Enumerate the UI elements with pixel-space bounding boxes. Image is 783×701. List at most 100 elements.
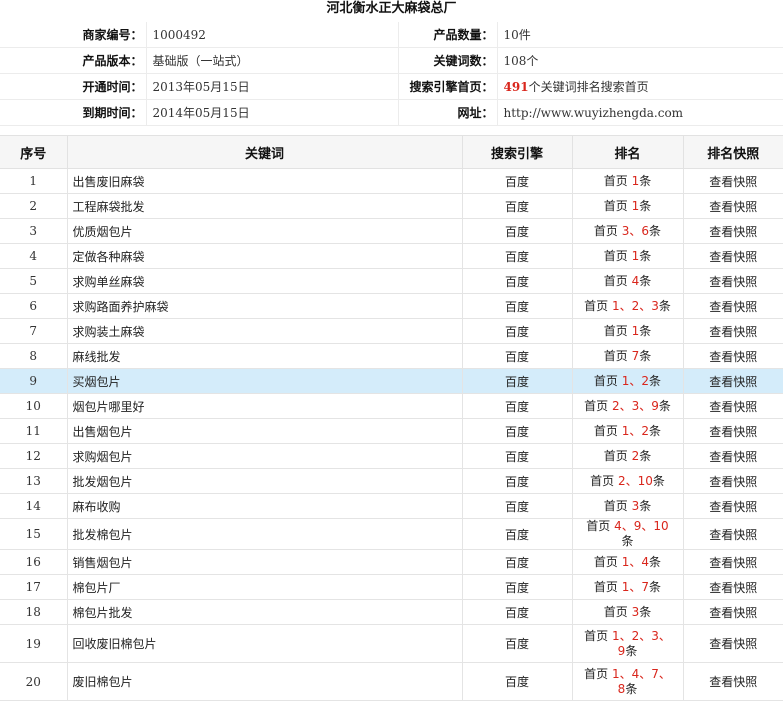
view-snapshot-link[interactable]: 查看快照 xyxy=(709,300,757,314)
table-row[interactable]: 5 求购单丝麻袋 百度 首页 4条 查看快照 xyxy=(0,268,783,294)
table-row[interactable]: 7 求购装土麻袋 百度 首页 1条 查看快照 xyxy=(0,318,783,344)
info-row: 商家编号： 1000492 产品数量： 10件 xyxy=(0,22,783,48)
row-seq: 2 xyxy=(0,193,68,219)
row-seq: 6 xyxy=(0,293,68,319)
row-snapshot: 查看快照 xyxy=(683,443,783,469)
rank-prefix: 首页 xyxy=(603,604,628,619)
table-row[interactable]: 11 出售烟包片 百度 首页 1、2条 查看快照 xyxy=(0,418,783,444)
view-snapshot-link[interactable]: 查看快照 xyxy=(709,606,757,620)
table-row[interactable]: 12 求购烟包片 百度 首页 2条 查看快照 xyxy=(0,443,783,469)
table-row[interactable]: 9 买烟包片 百度 首页 1、2条 查看快照 xyxy=(0,368,783,394)
table-row[interactable]: 8 麻线批发 百度 首页 7条 查看快照 xyxy=(0,343,783,369)
view-snapshot-link[interactable]: 查看快照 xyxy=(709,450,757,464)
rank-suffix: 条 xyxy=(652,473,665,488)
table-row[interactable]: 6 求购路面养护麻袋 百度 首页 1、2、3条 查看快照 xyxy=(0,293,783,319)
rank-prefix: 首页 xyxy=(603,323,628,338)
view-snapshot-link[interactable]: 查看快照 xyxy=(709,425,757,439)
table-row[interactable]: 19 回收废旧棉包片 百度 首页 1、2、3、9条 查看快照 xyxy=(0,624,783,663)
row-rank: 首页 1条 xyxy=(572,243,684,269)
rank-prefix: 首页 xyxy=(584,628,609,643)
rank-suffix: 条 xyxy=(649,223,662,238)
row-seq: 20 xyxy=(0,662,68,701)
view-snapshot-link[interactable]: 查看快照 xyxy=(709,528,757,542)
view-snapshot-link[interactable]: 查看快照 xyxy=(709,350,757,364)
row-snapshot: 查看快照 xyxy=(683,662,783,701)
open-time-label: 开通时间： xyxy=(0,73,147,100)
table-row[interactable]: 18 棉包片批发 百度 首页 3条 查看快照 xyxy=(0,599,783,625)
header-engine: 搜索引擎 xyxy=(462,135,573,169)
rank-prefix: 首页 xyxy=(593,373,618,388)
view-snapshot-link[interactable]: 查看快照 xyxy=(709,637,757,651)
row-rank: 首页 1、2、3条 xyxy=(572,293,684,319)
view-snapshot-link[interactable]: 查看快照 xyxy=(709,250,757,264)
header-seq: 序号 xyxy=(0,135,68,169)
rank-suffix: 条 xyxy=(649,423,662,438)
row-rank: 首页 1条 xyxy=(572,193,684,219)
header-rank: 排名 xyxy=(572,135,684,169)
rank-suffix: 条 xyxy=(621,534,634,548)
rank-positions: 2、3、9 xyxy=(611,398,659,413)
table-row[interactable]: 10 烟包片哪里好 百度 首页 2、3、9条 查看快照 xyxy=(0,393,783,419)
table-row[interactable]: 4 定做各种麻袋 百度 首页 1条 查看快照 xyxy=(0,243,783,269)
view-snapshot-link[interactable]: 查看快照 xyxy=(709,500,757,514)
row-seq: 16 xyxy=(0,549,68,575)
rank-suffix: 条 xyxy=(639,498,652,513)
table-row[interactable]: 13 批发烟包片 百度 首页 2、10条 查看快照 xyxy=(0,468,783,494)
row-engine: 百度 xyxy=(462,168,573,194)
view-snapshot-link[interactable]: 查看快照 xyxy=(709,475,757,489)
row-seq: 18 xyxy=(0,599,68,625)
table-row[interactable]: 1 出售废旧麻袋 百度 首页 1条 查看快照 xyxy=(0,168,783,194)
table-row[interactable]: 15 批发棉包片 百度 首页 4、9、10条 查看快照 xyxy=(0,518,783,550)
info-row: 开通时间： 2013年05月15日 搜索引擎首页： 491个关键词排名搜索首页 xyxy=(0,73,783,100)
search-home-count: 491 xyxy=(503,80,529,94)
view-snapshot-link[interactable]: 查看快照 xyxy=(709,200,757,214)
keyword-ranking-table: 序号 关键词 搜索引擎 排名 排名快照 1 出售废旧麻袋 百度 首页 1条 查看快照 2 工… xyxy=(0,135,783,701)
row-seq: 3 xyxy=(0,218,68,244)
row-engine: 百度 xyxy=(462,599,573,625)
row-seq: 8 xyxy=(0,343,68,369)
row-keyword: 麻布收购 xyxy=(67,493,463,519)
view-snapshot-link[interactable]: 查看快照 xyxy=(709,581,757,595)
table-row[interactable]: 3 优质烟包片 百度 首页 3、6条 查看快照 xyxy=(0,218,783,244)
view-snapshot-link[interactable]: 查看快照 xyxy=(709,225,757,239)
row-rank: 首页 2条 xyxy=(572,443,684,469)
rank-suffix: 条 xyxy=(639,348,652,363)
row-snapshot: 查看快照 xyxy=(683,268,783,294)
table-row[interactable]: 2 工程麻袋批发 百度 首页 1条 查看快照 xyxy=(0,193,783,219)
view-snapshot-link[interactable]: 查看快照 xyxy=(709,400,757,414)
row-rank: 首页 1条 xyxy=(572,168,684,194)
view-snapshot-link[interactable]: 查看快照 xyxy=(709,375,757,389)
row-snapshot: 查看快照 xyxy=(683,393,783,419)
row-keyword: 工程麻袋批发 xyxy=(67,193,463,219)
version-label: 产品版本： xyxy=(0,47,147,74)
row-rank: 首页 1、4条 xyxy=(572,549,684,575)
row-engine: 百度 xyxy=(462,193,573,219)
rank-prefix: 首页 xyxy=(603,498,628,513)
view-snapshot-link[interactable]: 查看快照 xyxy=(709,675,757,689)
view-snapshot-link[interactable]: 查看快照 xyxy=(709,175,757,189)
row-rank: 首页 7条 xyxy=(572,343,684,369)
rank-prefix: 首页 xyxy=(603,448,628,463)
row-rank: 首页 2、10条 xyxy=(572,468,684,494)
row-rank: 首页 1、7条 xyxy=(572,574,684,600)
version-value: 基础版（一站式） xyxy=(146,47,399,74)
row-rank: 首页 3、6条 xyxy=(572,218,684,244)
table-row[interactable]: 16 销售烟包片 百度 首页 1、4条 查看快照 xyxy=(0,549,783,575)
table-row[interactable]: 20 废旧棉包片 百度 首页 1、4、7、8条 查看快照 xyxy=(0,662,783,701)
table-row[interactable]: 17 棉包片厂 百度 首页 1、7条 查看快照 xyxy=(0,574,783,600)
rank-prefix: 首页 xyxy=(603,248,628,263)
page-title: 河北衡水正大麻袋总厂 xyxy=(326,1,457,16)
row-rank: 首页 1、2、3、9条 xyxy=(572,624,684,663)
row-snapshot: 查看快照 xyxy=(683,293,783,319)
view-snapshot-link[interactable]: 查看快照 xyxy=(709,556,757,570)
rank-positions: 1、2、3、9 xyxy=(611,628,671,658)
view-snapshot-link[interactable]: 查看快照 xyxy=(709,325,757,339)
table-row[interactable]: 14 麻布收购 百度 首页 3条 查看快照 xyxy=(0,493,783,519)
row-keyword: 出售废旧麻袋 xyxy=(67,168,463,194)
rank-prefix: 首页 xyxy=(593,223,618,238)
rank-prefix: 首页 xyxy=(584,298,609,313)
website-link[interactable]: http://www.wuyizhengda.com xyxy=(497,99,783,126)
row-snapshot: 查看快照 xyxy=(683,168,783,194)
view-snapshot-link[interactable]: 查看快照 xyxy=(709,275,757,289)
row-keyword: 买烟包片 xyxy=(67,368,463,394)
